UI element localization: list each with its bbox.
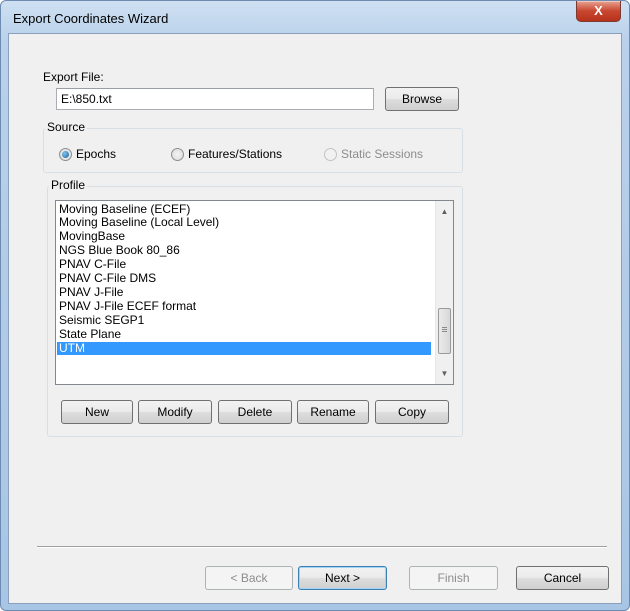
list-item[interactable]: PNAV J-File	[57, 286, 431, 299]
profile-group-title: Profile	[49, 178, 88, 192]
back-button[interactable]: < Back	[205, 566, 293, 590]
list-item[interactable]: State Plane	[57, 328, 431, 341]
footer-separator	[37, 546, 607, 548]
export-file-label: Export File:	[43, 70, 104, 84]
grip-line	[442, 331, 447, 332]
export-file-value: E:\850.txt	[61, 92, 112, 106]
radio-static-sessions-indicator	[324, 148, 337, 161]
copy-profile-button[interactable]: Copy	[375, 400, 449, 424]
radio-features-stations-label: Features/Stations	[188, 147, 283, 161]
export-file-input[interactable]: E:\850.txt	[56, 88, 374, 110]
grip-line	[442, 327, 447, 328]
dialog-window: Export Coordinates Wizard X Export File:…	[0, 0, 630, 611]
list-item[interactable]: Seismic SEGP1	[57, 314, 431, 327]
next-button[interactable]: Next >	[298, 566, 387, 590]
cancel-button[interactable]: Cancel	[516, 566, 609, 590]
list-item-selected[interactable]: UTM	[57, 342, 431, 355]
close-icon: X	[594, 3, 603, 18]
radio-static-sessions-label: Static Sessions	[341, 147, 424, 161]
source-group-title: Source	[45, 120, 88, 134]
scroll-down-arrow-icon[interactable]: ▼	[436, 365, 453, 382]
list-item[interactable]: PNAV C-File DMS	[57, 272, 431, 285]
scroll-thumb[interactable]	[438, 308, 451, 354]
grip-line	[442, 329, 447, 330]
close-button[interactable]: X	[576, 1, 621, 22]
list-item[interactable]: NGS Blue Book 80_86	[57, 244, 431, 257]
scroll-up-arrow-icon[interactable]: ▲	[436, 203, 453, 220]
list-item[interactable]: PNAV J-File ECEF format	[57, 300, 431, 313]
dialog-body: Export File: E:\850.txt Browse Source Ep…	[8, 33, 622, 604]
list-item[interactable]: Moving Baseline (Local Level)	[57, 216, 431, 229]
rename-profile-button[interactable]: Rename	[297, 400, 369, 424]
profile-scrollbar[interactable]: ▲ ▼	[435, 201, 453, 384]
list-item[interactable]: MovingBase	[57, 230, 431, 243]
title-bar[interactable]: Export Coordinates Wizard X	[1, 1, 629, 35]
radio-epochs-indicator[interactable]	[59, 148, 72, 161]
list-item[interactable]: PNAV C-File	[57, 258, 431, 271]
browse-button[interactable]: Browse	[385, 87, 459, 111]
delete-profile-button[interactable]: Delete	[218, 400, 292, 424]
modify-profile-button[interactable]: Modify	[138, 400, 212, 424]
profile-listbox[interactable]: Moving Baseline (ECEF) Moving Baseline (…	[55, 200, 454, 385]
radio-epochs-label: Epochs	[76, 147, 117, 161]
window-title: Export Coordinates Wizard	[13, 11, 169, 26]
radio-features-stations-indicator[interactable]	[171, 148, 184, 161]
new-profile-button[interactable]: New	[61, 400, 133, 424]
finish-button[interactable]: Finish	[409, 566, 498, 590]
